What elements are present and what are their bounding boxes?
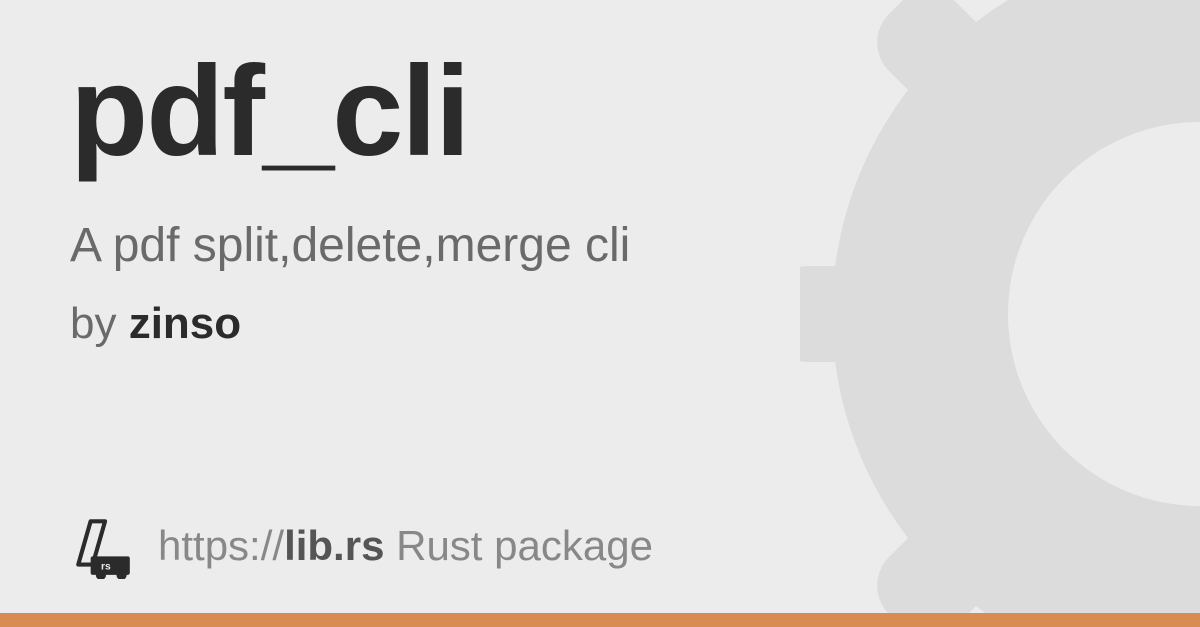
url-suffix: Rust package <box>384 522 653 569</box>
accent-bar <box>0 613 1200 627</box>
footer: rs https://lib.rs Rust package <box>70 513 653 579</box>
svg-text:rs: rs <box>101 562 111 573</box>
package-description: A pdf split,delete,merge cli <box>70 218 1130 273</box>
url-line: https://lib.rs Rust package <box>158 522 653 570</box>
url-domain: lib.rs <box>284 522 384 569</box>
librs-logo-icon: rs <box>70 513 136 579</box>
author-name: zinso <box>129 299 241 348</box>
author-line: by zinso <box>70 299 1130 349</box>
by-prefix: by <box>70 299 129 348</box>
url-prefix: https:// <box>158 522 284 569</box>
package-name: pdf_cli <box>70 48 1130 176</box>
